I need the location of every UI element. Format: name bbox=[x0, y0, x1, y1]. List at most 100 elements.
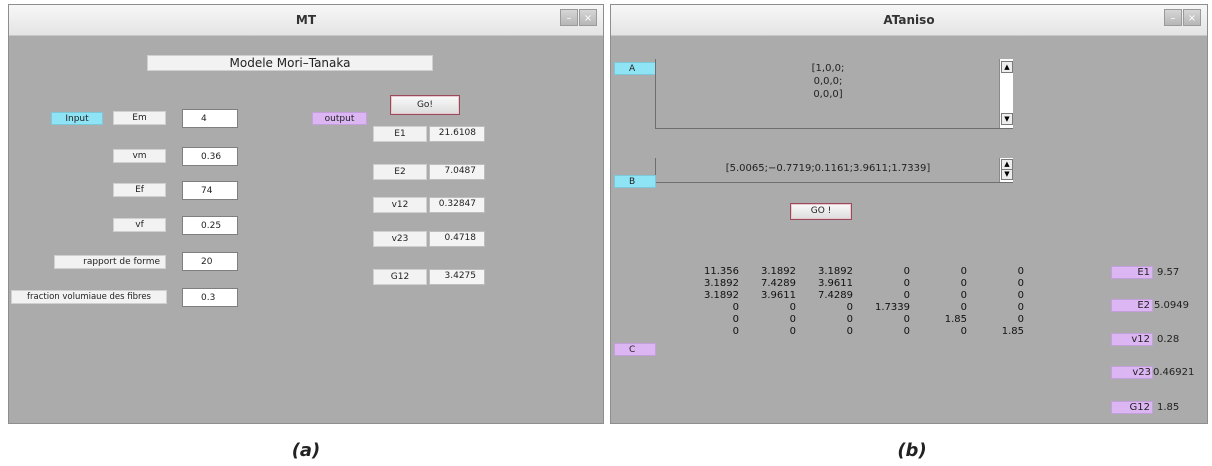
matrix-c-output: 11.356 3.1892 3.1892 0 0 0 3.1892 7.4289 3.9611 0… bbox=[681, 266, 1051, 346]
go-button[interactable]: GO ! bbox=[790, 203, 852, 220]
matrix-a-scrollbar[interactable]: ▲ ▼ bbox=[999, 59, 1013, 128]
v12-out-label: v12 bbox=[373, 197, 427, 213]
matrix-c-cell: 0 bbox=[789, 326, 796, 337]
matrix-c-cell: 0 bbox=[1017, 278, 1024, 289]
matrix-c-cell: 0 bbox=[960, 302, 967, 313]
vector-b-input[interactable]: [5.0065;−0.7719;0.1161;3.9611;1.7339] ▲ … bbox=[655, 158, 1013, 183]
matrix-c-cell: 0 bbox=[903, 278, 910, 289]
matrix-c-cell: 0 bbox=[732, 314, 739, 325]
mt-titlebar: MT – × bbox=[9, 5, 603, 36]
matrix-c-cell: 1.85 bbox=[1001, 326, 1024, 337]
v23-out-value: 0.4718 bbox=[429, 231, 485, 247]
matrix-c-cell: 3.9611 bbox=[761, 290, 796, 301]
matrix-c-cell: 0 bbox=[846, 314, 853, 325]
e2-result-value: 5.0949 bbox=[1154, 300, 1189, 311]
fraction-volumique-label: fraction volumiaue des fibres bbox=[11, 290, 167, 304]
vm-label: vm bbox=[113, 149, 166, 163]
matrix-c-cell: 3.9611 bbox=[818, 278, 853, 289]
e1-result-label: E1 bbox=[1111, 266, 1153, 279]
v12-result-value: 0.28 bbox=[1157, 334, 1180, 345]
matrix-c-cell: 0 bbox=[732, 302, 739, 313]
e1-result-value: 9.57 bbox=[1157, 267, 1180, 278]
matrix-c-cell: 0 bbox=[846, 326, 853, 337]
scroll-down-icon[interactable]: ▼ bbox=[1001, 113, 1013, 125]
fraction-volumique-field[interactable]: 0.3 bbox=[182, 288, 238, 307]
matrix-c-cell: 1.7339 bbox=[875, 302, 910, 313]
g12-out-label: G12 bbox=[373, 269, 427, 285]
vm-field[interactable]: 0.36 bbox=[182, 147, 238, 166]
g12-result-value: 1.85 bbox=[1157, 402, 1180, 413]
ataniso-titlebar: ATaniso – × bbox=[611, 5, 1207, 36]
matrix-a-row-2: 0,0,0; bbox=[813, 76, 843, 87]
e1-out-value: 21.6108 bbox=[429, 126, 485, 142]
g12-result-label: G12 bbox=[1111, 401, 1153, 414]
matrix-c-cell: 1.85 bbox=[944, 314, 967, 325]
caption-b: (b) bbox=[897, 440, 927, 461]
em-label: Em bbox=[113, 111, 166, 125]
e1-out-label: E1 bbox=[373, 126, 427, 142]
ataniso-window: ATaniso – × A [1,0,0; 0,0,0; 0,0,0] ▲ ▼ … bbox=[610, 4, 1208, 424]
mt-window: MT – × Modele Mori–Tanaka Input Em 4 vm … bbox=[8, 4, 604, 424]
v12-result-label: v12 bbox=[1111, 333, 1153, 346]
matrix-c-cell: 3.1892 bbox=[761, 266, 796, 277]
minimize-icon[interactable]: – bbox=[1164, 9, 1182, 26]
em-field[interactable]: 4 bbox=[182, 109, 238, 128]
matrix-c-cell: 0 bbox=[903, 314, 910, 325]
ef-label: Ef bbox=[113, 183, 166, 197]
g12-out-value: 3.4275 bbox=[429, 269, 485, 285]
scroll-down-icon[interactable]: ▼ bbox=[1001, 169, 1013, 180]
matrix-c-cell: 3.1892 bbox=[704, 290, 739, 301]
vf-label: vf bbox=[113, 218, 166, 232]
matrix-c-cell: 3.1892 bbox=[818, 266, 853, 277]
vf-field[interactable]: 0.25 bbox=[182, 216, 238, 235]
matrix-c-cell: 0 bbox=[960, 290, 967, 301]
v12-out-value: 0.32847 bbox=[429, 197, 485, 213]
matrix-c-cell: 0 bbox=[789, 314, 796, 325]
v23-result-value: 0.46921 bbox=[1153, 367, 1195, 378]
ef-field[interactable]: 74 bbox=[182, 181, 238, 200]
vector-b-scrollbar[interactable]: ▲ ▼ bbox=[999, 158, 1013, 182]
minimize-icon[interactable]: – bbox=[560, 9, 578, 26]
output-tag: output bbox=[312, 112, 367, 125]
rapport-de-forme-label: rapport de forme bbox=[54, 255, 166, 269]
matrix-c-cell: 0 bbox=[903, 326, 910, 337]
matrix-c-cell: 0 bbox=[789, 302, 796, 313]
vector-b-value: [5.0065;−0.7719;0.1161;3.9611;1.7339] bbox=[725, 163, 931, 174]
matrix-c-cell: 0 bbox=[732, 326, 739, 337]
matrix-c-cell: 3.1892 bbox=[704, 278, 739, 289]
tag-a: A bbox=[614, 62, 656, 75]
close-icon[interactable]: × bbox=[579, 9, 597, 26]
v23-out-label: v23 bbox=[373, 231, 427, 247]
matrix-c-cell: 7.4289 bbox=[818, 290, 853, 301]
input-tag: Input bbox=[51, 112, 103, 125]
v23-result-label: v23 bbox=[1111, 366, 1153, 379]
scroll-up-icon[interactable]: ▲ bbox=[1001, 61, 1013, 73]
caption-a: (a) bbox=[291, 440, 321, 461]
close-icon[interactable]: × bbox=[1183, 9, 1201, 26]
matrix-c-cell: 0 bbox=[1017, 314, 1024, 325]
matrix-a-row-3: 0,0,0] bbox=[813, 89, 843, 100]
tag-c: C bbox=[614, 343, 656, 356]
matrix-c-cell: 0 bbox=[1017, 290, 1024, 301]
mt-heading: Modele Mori–Tanaka bbox=[147, 55, 433, 71]
matrix-c-cell: 0 bbox=[846, 302, 853, 313]
e2-out-value: 7.0487 bbox=[429, 164, 485, 180]
matrix-c-cell: 7.4289 bbox=[761, 278, 796, 289]
matrix-a-row-1: [1,0,0; bbox=[811, 63, 845, 74]
matrix-c-cell: 0 bbox=[1017, 302, 1024, 313]
ataniso-window-title: ATaniso bbox=[883, 13, 935, 27]
matrix-c-cell: 0 bbox=[903, 266, 910, 277]
tag-b: B bbox=[614, 175, 656, 188]
mt-window-title: MT bbox=[295, 13, 317, 27]
matrix-c-cell: 0 bbox=[960, 278, 967, 289]
matrix-c-cell: 0 bbox=[960, 326, 967, 337]
rapport-de-forme-field[interactable]: 20 bbox=[182, 252, 238, 271]
e2-result-label: E2 bbox=[1111, 299, 1153, 312]
e2-out-label: E2 bbox=[373, 164, 427, 180]
matrix-c-cell: 11.356 bbox=[704, 266, 739, 277]
go-button[interactable]: Go! bbox=[390, 95, 460, 115]
matrix-c-cell: 0 bbox=[903, 290, 910, 301]
matrix-a-input[interactable]: [1,0,0; 0,0,0; 0,0,0] ▲ ▼ bbox=[655, 59, 1013, 129]
matrix-c-cell: 0 bbox=[1017, 266, 1024, 277]
matrix-c-cell: 0 bbox=[960, 266, 967, 277]
